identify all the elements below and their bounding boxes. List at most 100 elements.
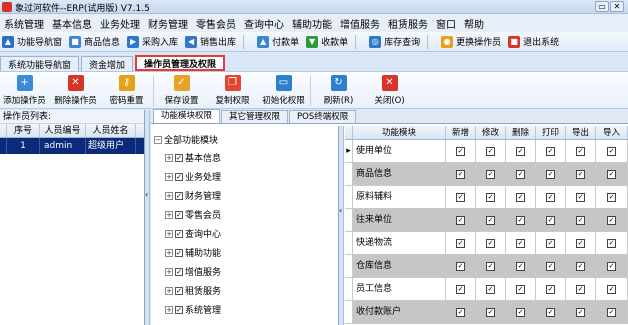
expand-icon[interactable]: + [165,248,173,257]
expand-icon[interactable]: + [165,153,173,162]
expand-icon[interactable]: + [165,267,173,276]
checkbox-checked-icon[interactable]: ✓ [486,192,495,202]
checkbox-checked-icon[interactable]: ✓ [486,146,495,156]
tab-pos-permissions[interactable]: POS终端权限 [289,110,357,123]
checkbox-checked-icon[interactable]: ✓ [607,146,616,156]
checkbox-checked-icon[interactable]: ✓ [516,215,525,225]
checkbox-checked-icon[interactable]: ✓ [546,146,555,156]
checkbox-checked-icon[interactable]: ✓ [607,238,616,248]
checkbox-checked-icon[interactable]: ✓ [456,146,465,156]
tree-item-query[interactable]: + ✓ 查询中心 [165,227,221,240]
tab-module-permissions[interactable]: 功能模块权限 [153,109,221,123]
checkbox-checked-icon[interactable]: ✓ [546,192,555,202]
collapse-left-icon[interactable]: ‹ [145,190,148,199]
checkbox-checked-icon[interactable]: ✓ [175,305,183,314]
column-edit[interactable]: 修改 [476,126,506,139]
checkbox-checked-icon[interactable]: ✓ [175,210,183,219]
menu-item-business[interactable]: 业务处理 [100,16,140,31]
checkbox-checked-icon[interactable]: ✓ [607,215,616,225]
menu-item-aux[interactable]: 辅助功能 [292,16,332,31]
checkbox-checked-icon[interactable]: ✓ [516,192,525,202]
checkbox-checked-icon[interactable]: ✓ [576,238,585,248]
tree-item-system[interactable]: + ✓ 系统管理 [165,303,221,316]
toolbar-sales-button[interactable]: ◀ 销售出库 [185,35,236,48]
menu-item-retail[interactable]: 零售会员 [196,16,236,31]
toolbar-goods-button[interactable]: ■ 商品信息 [69,35,120,48]
checkbox-checked-icon[interactable]: ✓ [546,307,555,317]
table-row[interactable]: ▸ 使用单位 ✓ ✓ ✓ ✓ ✓ ✓ [345,140,628,163]
column-print[interactable]: 打印 [536,126,566,139]
collapse-left-icon[interactable]: ‹ [339,206,342,215]
checkbox-checked-icon[interactable]: ✓ [576,146,585,156]
table-row[interactable]: 快递物流 ✓ ✓ ✓ ✓ ✓ ✓ [345,232,628,255]
checkbox-checked-icon[interactable]: ✓ [516,146,525,156]
tree-item-finance[interactable]: + ✓ 财务管理 [165,189,221,202]
checkbox-checked-icon[interactable]: ✓ [576,215,585,225]
checkbox-checked-icon[interactable]: ✓ [486,307,495,317]
checkbox-checked-icon[interactable]: ✓ [576,169,585,179]
tree-item-business[interactable]: + ✓ 业务处理 [165,170,221,183]
checkbox-checked-icon[interactable]: ✓ [607,169,616,179]
tree-item-aux[interactable]: + ✓ 辅助功能 [165,246,221,259]
checkbox-checked-icon[interactable]: ✓ [175,172,183,181]
checkbox-checked-icon[interactable]: ✓ [546,261,555,271]
column-delete[interactable]: 删除 [506,126,536,139]
checkbox-checked-icon[interactable]: ✓ [456,261,465,271]
minimize-button[interactable]: ▭ [595,1,609,12]
checkbox-checked-icon[interactable]: ✓ [456,238,465,248]
tree-item-lease[interactable]: + ✓ 租赁服务 [165,284,221,297]
reset-password-button[interactable]: ⚷ 密码重置 [102,72,151,108]
toolbar-switch-user-button[interactable]: ● 更换操作员 [441,35,501,48]
toolbar-purchase-button[interactable]: ▶ 采购入库 [127,35,178,48]
checkbox-checked-icon[interactable]: ✓ [546,238,555,248]
column-seq[interactable]: 序号 [7,124,40,137]
menu-item-lease[interactable]: 租赁服务 [388,16,428,31]
toolbar-exit-button[interactable]: ■ 退出系统 [508,35,559,48]
panel-splitter[interactable]: ‹ [145,110,150,325]
expand-icon[interactable]: + [165,305,173,314]
checkbox-checked-icon[interactable]: ✓ [516,307,525,317]
init-permissions-button[interactable]: ▭ 初始化权限 [259,72,308,108]
toolbar-stock-button[interactable]: ◎ 库存查询 [369,35,420,48]
save-settings-button[interactable]: ✓ 保存设置 [157,72,206,108]
panel-splitter[interactable]: ‹ [339,126,344,325]
table-row[interactable]: 往来单位 ✓ ✓ ✓ ✓ ✓ ✓ [345,209,628,232]
checkbox-checked-icon[interactable]: ✓ [486,238,495,248]
column-code[interactable]: 人员编号 [40,124,86,137]
checkbox-checked-icon[interactable]: ✓ [546,284,555,294]
delete-operator-button[interactable]: ✕ 删除操作员 [51,72,100,108]
checkbox-checked-icon[interactable]: ✓ [486,261,495,271]
column-add[interactable]: 新增 [446,126,476,139]
column-export[interactable]: 导出 [566,126,596,139]
toolbar-nav-button[interactable]: ▲ 功能导航窗 [2,35,62,48]
column-module[interactable]: 功能模块 [353,126,446,139]
checkbox-checked-icon[interactable]: ✓ [175,191,183,200]
tree-item-basic-info[interactable]: + ✓ 基本信息 [165,151,221,164]
toolbar-receipt-button[interactable]: ▼ 收款单 [306,35,348,48]
tab-other-permissions[interactable]: 其它管理权限 [221,110,289,123]
checkbox-checked-icon[interactable]: ✓ [516,261,525,271]
checkbox-checked-icon[interactable]: ✓ [546,215,555,225]
table-row[interactable]: 商品信息 ✓ ✓ ✓ ✓ ✓ ✓ [345,163,628,186]
checkbox-checked-icon[interactable]: ✓ [175,286,183,295]
checkbox-checked-icon[interactable]: ✓ [456,169,465,179]
table-row[interactable]: 收付款账户 ✓ ✓ ✓ ✓ ✓ ✓ [345,301,628,324]
checkbox-checked-icon[interactable]: ✓ [516,284,525,294]
menu-item-query[interactable]: 查询中心 [244,16,284,31]
column-import[interactable]: 导入 [596,126,628,139]
column-name[interactable]: 人员姓名 [86,124,136,137]
menu-item-finance[interactable]: 财务管理 [148,16,188,31]
refresh-button[interactable]: ↻ 刷新(R) [314,72,363,108]
checkbox-checked-icon[interactable]: ✓ [175,153,183,162]
tree-item-retail[interactable]: + ✓ 零售会员 [165,208,221,221]
menu-item-basic-info[interactable]: 基本信息 [52,16,92,31]
checkbox-checked-icon[interactable]: ✓ [516,169,525,179]
checkbox-checked-icon[interactable]: ✓ [607,307,616,317]
close-button[interactable]: ✕ 关闭(O) [365,72,414,108]
checkbox-checked-icon[interactable]: ✓ [175,229,183,238]
menu-item-system[interactable]: 系统管理 [4,16,44,31]
checkbox-checked-icon[interactable]: ✓ [486,284,495,294]
checkbox-checked-icon[interactable]: ✓ [456,215,465,225]
table-row[interactable]: 仓库信息 ✓ ✓ ✓ ✓ ✓ ✓ [345,255,628,278]
copy-permissions-button[interactable]: ❐ 复制权限 [208,72,257,108]
